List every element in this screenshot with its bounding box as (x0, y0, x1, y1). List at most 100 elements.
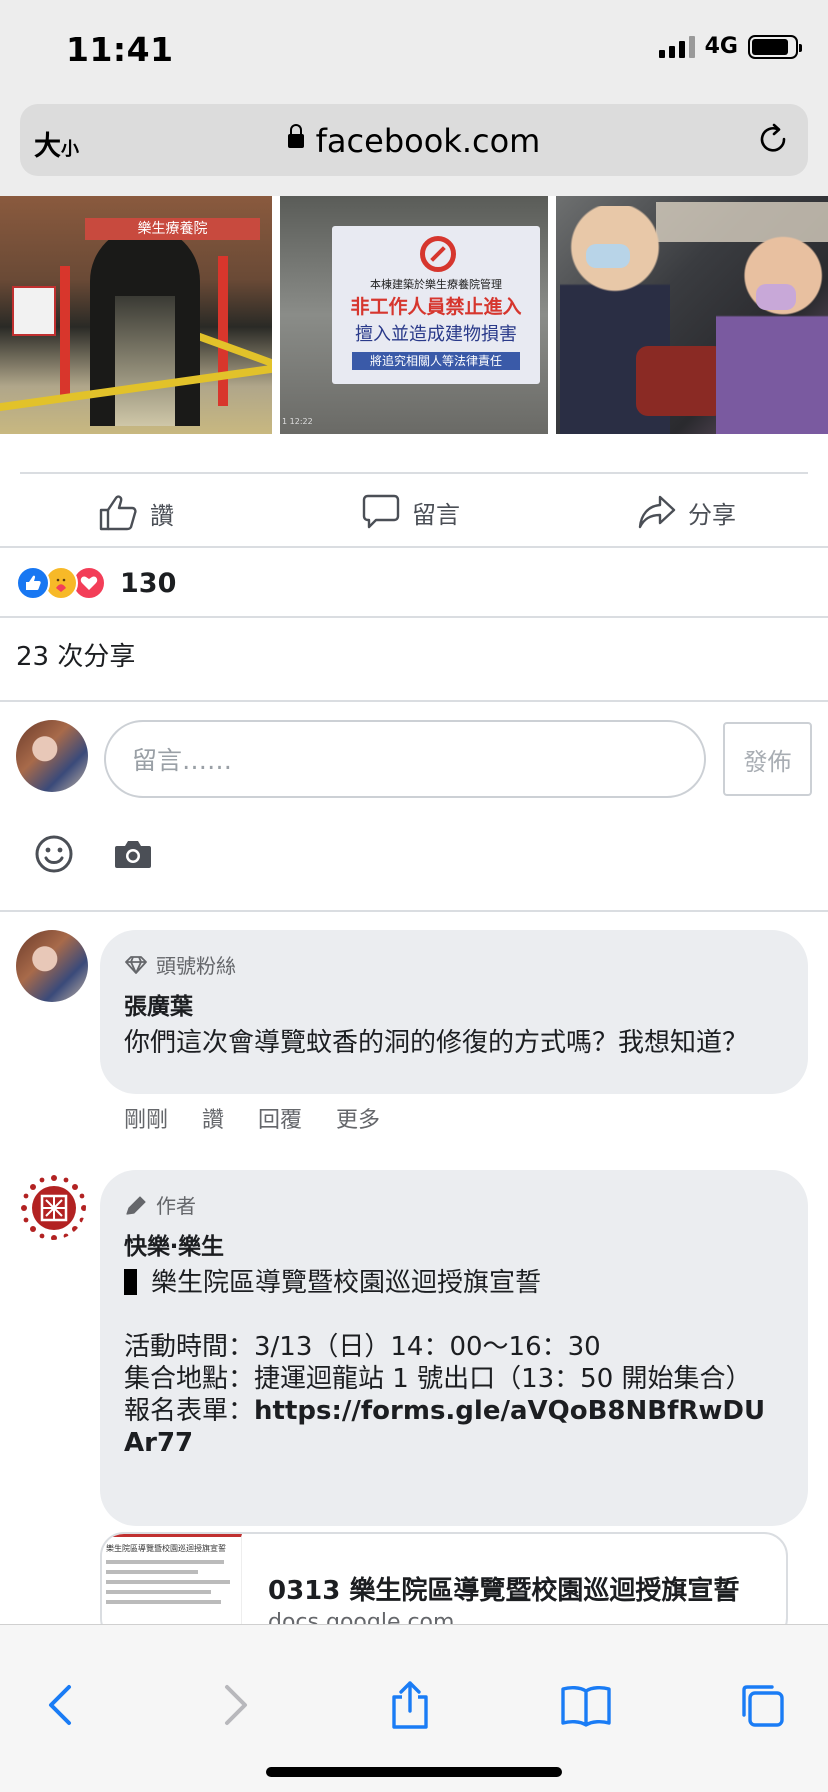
reaction-summary[interactable]: 130 (16, 566, 176, 600)
status-time: 11:41 (66, 30, 174, 69)
current-user-avatar (16, 720, 88, 792)
post-photo-corridor[interactable]: 樂生療養院 (0, 196, 272, 434)
bullet-block-icon (124, 1269, 137, 1295)
post-action-bar: 讚 留言 分享 (0, 474, 828, 546)
thumbs-up-icon (99, 495, 137, 531)
warning-sign-shape (12, 286, 56, 336)
browser-toolbar (0, 1624, 828, 1792)
comment-input-placeholder: 留言…… (132, 746, 233, 775)
author-badge: 作者 (124, 1190, 784, 1219)
photo-banner: 樂生療養院 (85, 218, 260, 240)
url-text: facebook.com (315, 122, 541, 160)
red-strip-shape (218, 256, 228, 406)
post-photo-strip: 樂生療養院 本棟建築於樂生療養院管理 非工作人員禁止進入 擅入並造成建物損害 將… (0, 196, 828, 434)
scooter-shape (636, 346, 726, 416)
comment-reply-link[interactable]: 回覆 (258, 1102, 302, 1134)
red-strip-shape (60, 266, 70, 396)
corridor-shape (115, 296, 175, 426)
book-icon (561, 1685, 611, 1727)
url-display[interactable]: facebook.com (20, 122, 808, 160)
badge-label: 作者 (156, 1194, 196, 1218)
status-indicators: 4G (658, 34, 802, 59)
browser-address-area: 大小 facebook.com (0, 100, 828, 196)
bookmarks-button[interactable] (556, 1677, 616, 1733)
comment-more-link[interactable]: 更多 (336, 1102, 380, 1134)
tabs-button[interactable] (732, 1677, 792, 1733)
pencil-icon (126, 1195, 146, 1215)
top-fan-badge: 頭號粉絲 (124, 950, 784, 979)
tabs-icon (742, 1685, 784, 1727)
like-button[interactable]: 讚 (98, 494, 174, 532)
thumb-text-line (106, 1580, 231, 1584)
comment-text: 你們這次會導覽蚊香的洞的修復的方式嗎？我想知道？ (124, 1028, 749, 1058)
comment-meta: 剛剛 讚 回覆 更多 (124, 1102, 380, 1134)
status-bar: 11:41 4G (0, 0, 828, 100)
reload-icon[interactable] (756, 122, 790, 156)
comment-bubble: 頭號粉絲 張廣葉 你們這次會導覽蚊香的洞的修復的方式嗎？我想知道？ (100, 930, 808, 1094)
author-comment-bubble: 作者 快樂‧樂生 樂生院區導覽暨校園巡迴授旗宣誓 活動時間：3/13（日）14：… (100, 1170, 808, 1526)
chevron-left-icon (49, 1685, 71, 1725)
event-place: 集合地點：捷運迴龍站 1 號出口（13：50 開始集合） (124, 1364, 752, 1394)
author-avatar[interactable] (16, 1170, 88, 1242)
notice-sign: 本棟建築於樂生療養院管理 非工作人員禁止進入 擅入並造成建物損害 將追究相關人等… (332, 226, 540, 384)
comment-input[interactable]: 留言…… (104, 720, 706, 798)
sign-line: 非工作人員禁止進入 (350, 296, 522, 318)
reaction-count: 130 (120, 567, 177, 599)
diamond-icon (125, 955, 147, 974)
no-entry-icon (420, 236, 456, 272)
thumb-text-line (106, 1560, 224, 1564)
badge-label: 頭號粉絲 (156, 954, 236, 978)
camera-icon[interactable] (114, 838, 152, 870)
thumb-title: 樂生院區導覽暨校園巡迴授旗宣誓 (106, 1544, 226, 1553)
post-comment-button[interactable]: 發佈 (723, 722, 812, 796)
back-button[interactable] (30, 1677, 90, 1733)
commenter-name[interactable]: 張廣葉 (124, 987, 784, 1021)
form-label: 報名表單： (124, 1396, 255, 1426)
divider (0, 616, 828, 618)
home-indicator (266, 1767, 562, 1777)
cellular-signal-icon (658, 35, 695, 58)
face-mask-shape (756, 284, 796, 310)
event-title-line: 樂生院區導覽暨校園巡迴授旗宣誓 (124, 1267, 784, 1299)
like-label: 讚 (150, 501, 174, 530)
sign-line: 將追究相關人等法律責任 (352, 352, 520, 370)
address-bar[interactable]: 大小 facebook.com (20, 104, 808, 176)
emoji-icon[interactable] (34, 834, 74, 874)
battery-icon (748, 34, 802, 59)
post-photo-residents[interactable] (556, 196, 828, 434)
face-mask-shape (586, 244, 630, 268)
divider (0, 910, 828, 912)
event-time: 活動時間：3/13（日）14：00～16：30 (124, 1332, 601, 1362)
photo-timestamp: 1 12:22 (282, 417, 313, 426)
sign-line: 本棟建築於樂生療養院管理 (370, 278, 502, 291)
comment-time[interactable]: 剛剛 (124, 1102, 168, 1134)
comment-label: 留言 (412, 500, 460, 529)
event-form-line: 報名表單：https://forms.gle/aVQoB8NBfRwDUAr77 (124, 1395, 784, 1459)
share-sheet-icon (392, 1681, 428, 1729)
post-photo-sign[interactable]: 本棟建築於樂生療養院管理 非工作人員禁止進入 擅入並造成建物損害 將追究相關人等… (280, 196, 548, 434)
event-title: 樂生院區導覽暨校園巡迴授旗宣誓 (151, 1268, 542, 1298)
thumb-text-line (106, 1600, 222, 1604)
railing-shape (200, 332, 272, 368)
comment-bubble-icon (362, 494, 400, 529)
link-preview-title: 0313 樂生院區導覽暨校園巡迴授旗宣誓 (268, 1576, 740, 1606)
lock-icon (287, 124, 304, 148)
share-label: 分享 (688, 500, 736, 529)
author-name[interactable]: 快樂‧樂生 (124, 1227, 784, 1261)
divider (0, 700, 828, 702)
logo-seal-icon (20, 1174, 86, 1240)
commenter-avatar[interactable] (16, 930, 88, 1002)
share-count[interactable]: 23 次分享 (16, 636, 135, 673)
like-reaction-icon (16, 566, 50, 600)
share-arrow-icon (638, 495, 676, 529)
thumb-text-line (106, 1590, 211, 1594)
share-sheet-button[interactable] (380, 1677, 440, 1733)
comment-button[interactable]: 留言 (362, 494, 460, 530)
thumb-text-line (106, 1570, 198, 1574)
divider (0, 546, 828, 548)
forward-button[interactable] (206, 1677, 266, 1733)
share-button[interactable]: 分享 (638, 494, 736, 530)
comment-like-link[interactable]: 讚 (202, 1102, 224, 1134)
person-shape (716, 236, 828, 434)
